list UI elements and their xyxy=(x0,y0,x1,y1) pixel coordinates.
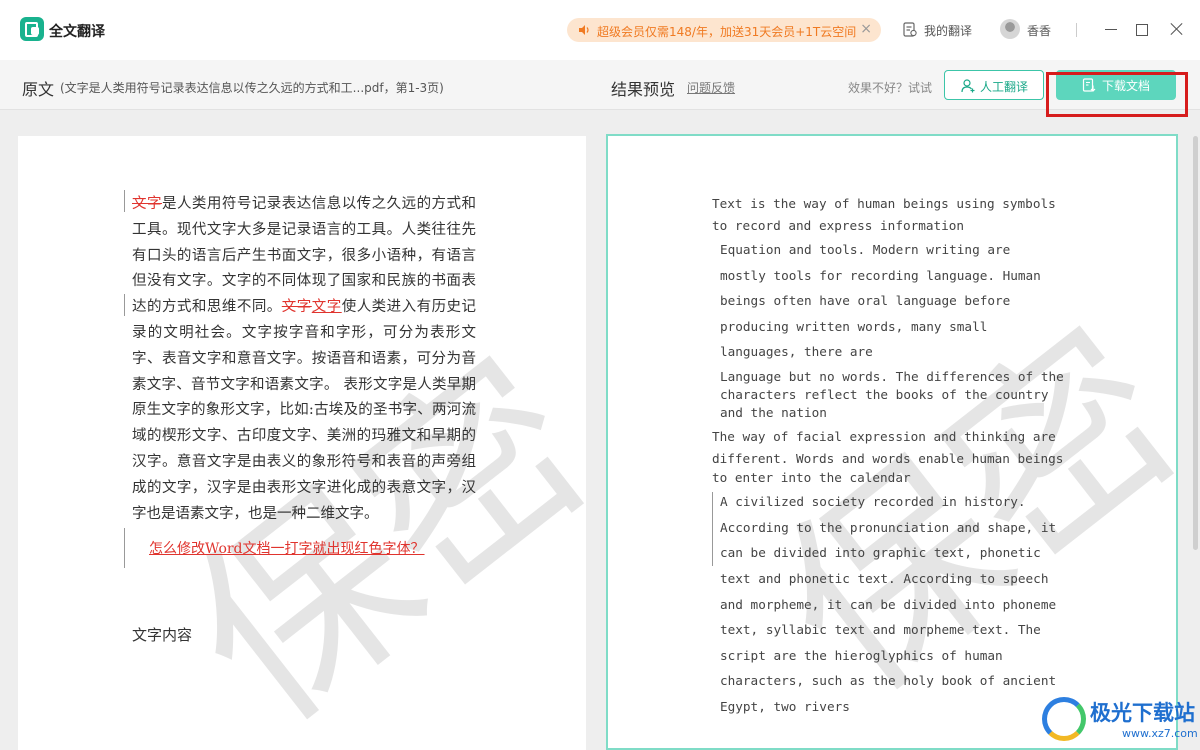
human-translate-button[interactable]: 人工翻译 xyxy=(944,70,1044,100)
site-logo-icon xyxy=(1042,697,1086,741)
avatar xyxy=(1000,19,1020,39)
translation-line: different. Words and words enable human … xyxy=(712,451,1064,466)
promo-banner[interactable]: 超级会员仅需148/年，加送31天会员+1T云空间 × xyxy=(567,18,881,42)
user-name: 香香 xyxy=(1027,24,1052,38)
translation-line: can be divided into graphic text, phonet… xyxy=(720,545,1041,560)
download-document-label: 下载文档 xyxy=(1102,79,1151,93)
deleted-text: 文字 xyxy=(281,299,312,316)
promo-text: 超级会员仅需148/年，加送31天会员+1T云空间 xyxy=(597,25,857,39)
deleted-text: 文字 xyxy=(132,196,162,212)
result-preview-panel[interactable]: 保密 Text is the way of human beings using… xyxy=(606,134,1178,750)
human-translate-label: 人工翻译 xyxy=(980,80,1029,94)
close-icon[interactable]: × xyxy=(860,21,872,37)
source-paragraph: 文字是人类用符号记录表达信息以传之久远的方式和工具。现代文字大多是记录语言的工具… xyxy=(132,192,476,527)
person-icon xyxy=(961,79,975,93)
site-logo: 极光下载站 www.xz7.com xyxy=(1038,693,1200,750)
app-logo-icon xyxy=(20,17,44,41)
translation-line: text and phonetic text. According to spe… xyxy=(720,571,1049,586)
translation-line: Language but no words. The differences o… xyxy=(720,369,1064,384)
site-logo-name: 极光下载站 xyxy=(1090,701,1195,725)
translation-line: Text is the way of human beings using sy… xyxy=(712,196,1056,211)
close-window-icon[interactable] xyxy=(1168,20,1186,38)
toolbar: 原文 (文字是人类用符号记录表达信息以传之久远的方式和工...pdf，第1-3页… xyxy=(0,60,1200,110)
title-bar: 全文翻译 超级会员仅需148/年，加送31天会员+1T云空间 × 我的翻译 香香 xyxy=(0,0,1200,60)
download-document-button[interactable]: 下载文档 xyxy=(1056,70,1176,100)
speaker-icon xyxy=(579,25,589,35)
revision-bar xyxy=(124,528,125,568)
source-file-info: (文字是人类用符号记录表达信息以传之久远的方式和工...pdf，第1-3页) xyxy=(60,81,444,95)
translation-line: A civilized society recorded in history. xyxy=(720,494,1026,509)
translation-line: to enter into the calendar xyxy=(712,470,911,485)
translation-line: languages, there are xyxy=(720,344,873,359)
translation-line: According to the pronunciation and shape… xyxy=(720,520,1057,535)
source-title: 原文 xyxy=(22,80,55,99)
download-file-icon xyxy=(1082,78,1096,92)
source-text: 是人类用符号记录表达信息以传之久远的方式和工具。现代文字大多是记录语言的工具。人… xyxy=(132,196,477,316)
translation-line: beings often have oral language before xyxy=(720,293,1011,308)
translation-line: producing written words, many small xyxy=(720,319,988,334)
translation-line: script are the hieroglyphics of human xyxy=(720,648,1003,663)
translation-line: to record and express information xyxy=(712,218,965,233)
translation-line: and morpheme, it can be divided into pho… xyxy=(720,597,1057,612)
translation-line: text, syllabic text and morpheme text. T… xyxy=(720,622,1041,637)
site-logo-url: www.xz7.com xyxy=(1122,727,1198,740)
translation-line: characters, such as the holy book of anc… xyxy=(720,673,1057,688)
translation-line: and the nation xyxy=(720,405,827,420)
feedback-link[interactable]: 问题反馈 xyxy=(687,79,735,96)
minimize-icon[interactable] xyxy=(1102,20,1120,38)
translation-line: Egypt, two rivers xyxy=(720,699,850,714)
translation-line: characters reflect the books of the coun… xyxy=(720,387,1049,402)
try-hint: 效果不好？试试 xyxy=(848,81,933,95)
scrollbar[interactable] xyxy=(1193,136,1198,550)
source-text: 使人类进入有历史记录的文明社会。文字按字音和字形，可分为表形文字、表音文字和意音… xyxy=(132,299,477,522)
translation-line: Equation and tools. Modern writing are xyxy=(720,242,1011,257)
divider xyxy=(1076,23,1077,37)
my-translations-label: 我的翻译 xyxy=(924,24,973,38)
result-title: 结果预览 xyxy=(611,80,676,99)
source-link[interactable]: 怎么修改Word文档一打字就出现红色字体？ xyxy=(149,538,425,558)
revision-bar xyxy=(124,190,125,212)
translation-line: The way of facial expression and thinkin… xyxy=(712,429,1056,444)
revision-bar xyxy=(124,294,125,316)
inserted-text: 文字 xyxy=(311,299,342,316)
document-icon xyxy=(903,22,917,37)
translation-line: mostly tools for recording language. Hum… xyxy=(720,268,1041,283)
maximize-icon[interactable] xyxy=(1132,20,1150,38)
source-document-panel[interactable]: 保密 文字是人类用符号记录表达信息以传之久远的方式和工具。现代文字大多是记录语言… xyxy=(18,136,586,750)
revision-bar xyxy=(712,492,713,566)
app-title: 全文翻译 xyxy=(49,24,105,40)
source-heading: 文字内容 xyxy=(132,626,193,644)
